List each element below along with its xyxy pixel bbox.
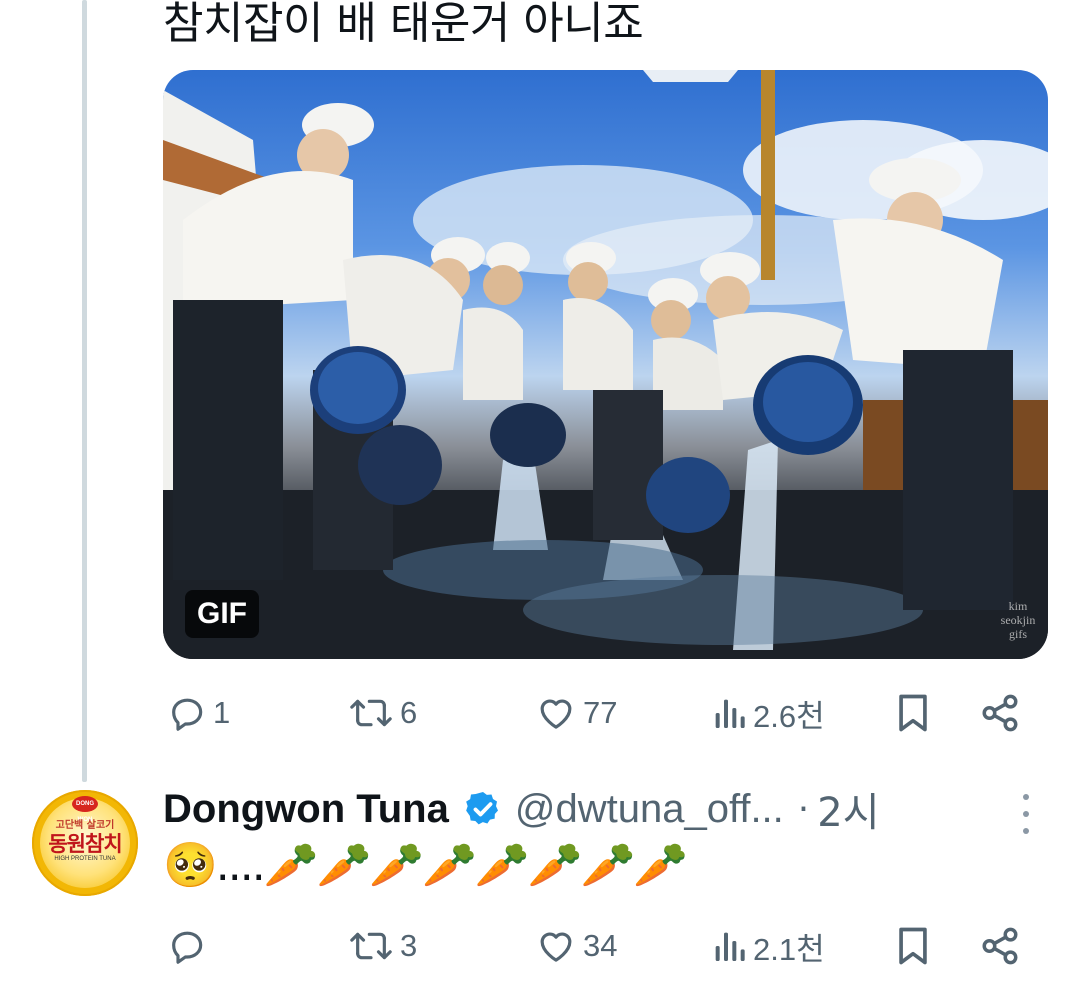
svg-text:gifs: gifs (1009, 627, 1027, 641)
like-count: 77 (583, 695, 618, 730)
tweet-action-bar: 1 6 77 2.6천 (163, 683, 1043, 743)
bookmark-icon (899, 694, 927, 732)
more-icon-dot (1023, 811, 1029, 817)
reply-count: 1 (213, 695, 231, 730)
reply-header: Dongwon Tuna @dwtuna_off... · 2시 (163, 778, 1063, 840)
more-icon-dot (1023, 794, 1029, 800)
bookmark-button[interactable] (894, 683, 932, 743)
views-icon (715, 699, 745, 728)
verified-icon (463, 789, 503, 829)
avatar-logo: DONG WON (72, 796, 98, 823)
views-icon (715, 932, 745, 961)
gif-badge: GIF (185, 590, 259, 638)
user-handle[interactable]: @dwtuna_off... (515, 787, 784, 832)
retweet-button[interactable]: 6 (348, 683, 417, 743)
timeline: 참치잡이 배 태운거 아니죠 kim seokjin gifs GIF 1 6 … (0, 0, 1080, 995)
like-count: 34 (583, 928, 618, 963)
display-name[interactable]: Dongwon Tuna (163, 787, 449, 832)
share-icon (982, 927, 1018, 965)
avatar[interactable]: DONG WON 고단백 살코기 동원참치 HIGH PROTEIN TUNA (32, 790, 138, 896)
share-button[interactable] (979, 916, 1021, 976)
avatar-tagline: HIGH PROTEIN TUNA (54, 856, 116, 862)
reply-action-bar: 3 34 2.1천 (163, 916, 1043, 976)
more-options-button[interactable] (1014, 794, 1038, 834)
gif-frame-illustration: kim seokjin gifs (163, 70, 1048, 659)
avatar-brand: 동원참치 (48, 832, 122, 856)
bookmark-icon (899, 927, 927, 965)
reply-icon (172, 698, 203, 731)
reply-text: 🥺....🥕🥕🥕🥕🥕🥕🥕🥕 (163, 840, 688, 891)
views-button[interactable]: 2.6천 (711, 683, 825, 743)
svg-text:seokjin: seokjin (1001, 613, 1036, 627)
views-count: 2.6천 (753, 698, 825, 734)
retweet-count: 3 (400, 928, 418, 963)
reply-button[interactable]: 1 (167, 683, 230, 743)
reply-button[interactable] (167, 916, 213, 976)
retweet-button[interactable]: 3 (348, 916, 417, 976)
separator-dot: · (797, 788, 810, 830)
retweet-count: 6 (400, 695, 418, 730)
like-button[interactable]: 34 (535, 916, 617, 976)
tweet-media-gif[interactable]: kim seokjin gifs GIF (163, 70, 1048, 659)
like-button[interactable]: 77 (535, 683, 617, 743)
timestamp[interactable]: 2시 (817, 780, 879, 838)
thread-connector-line (82, 0, 87, 782)
retweet-icon (350, 932, 392, 960)
bookmark-button[interactable] (894, 916, 932, 976)
reply-icon (172, 931, 203, 964)
share-button[interactable] (979, 683, 1021, 743)
views-count: 2.1천 (753, 931, 825, 967)
like-icon (540, 699, 572, 729)
like-icon (540, 932, 572, 962)
tweet-text: 참치잡이 배 태운거 아니죠 (163, 0, 644, 49)
views-button[interactable]: 2.1천 (711, 916, 825, 976)
more-icon-dot (1023, 828, 1029, 834)
retweet-icon (350, 699, 392, 727)
share-icon (982, 694, 1018, 732)
svg-text:kim: kim (1009, 599, 1028, 613)
